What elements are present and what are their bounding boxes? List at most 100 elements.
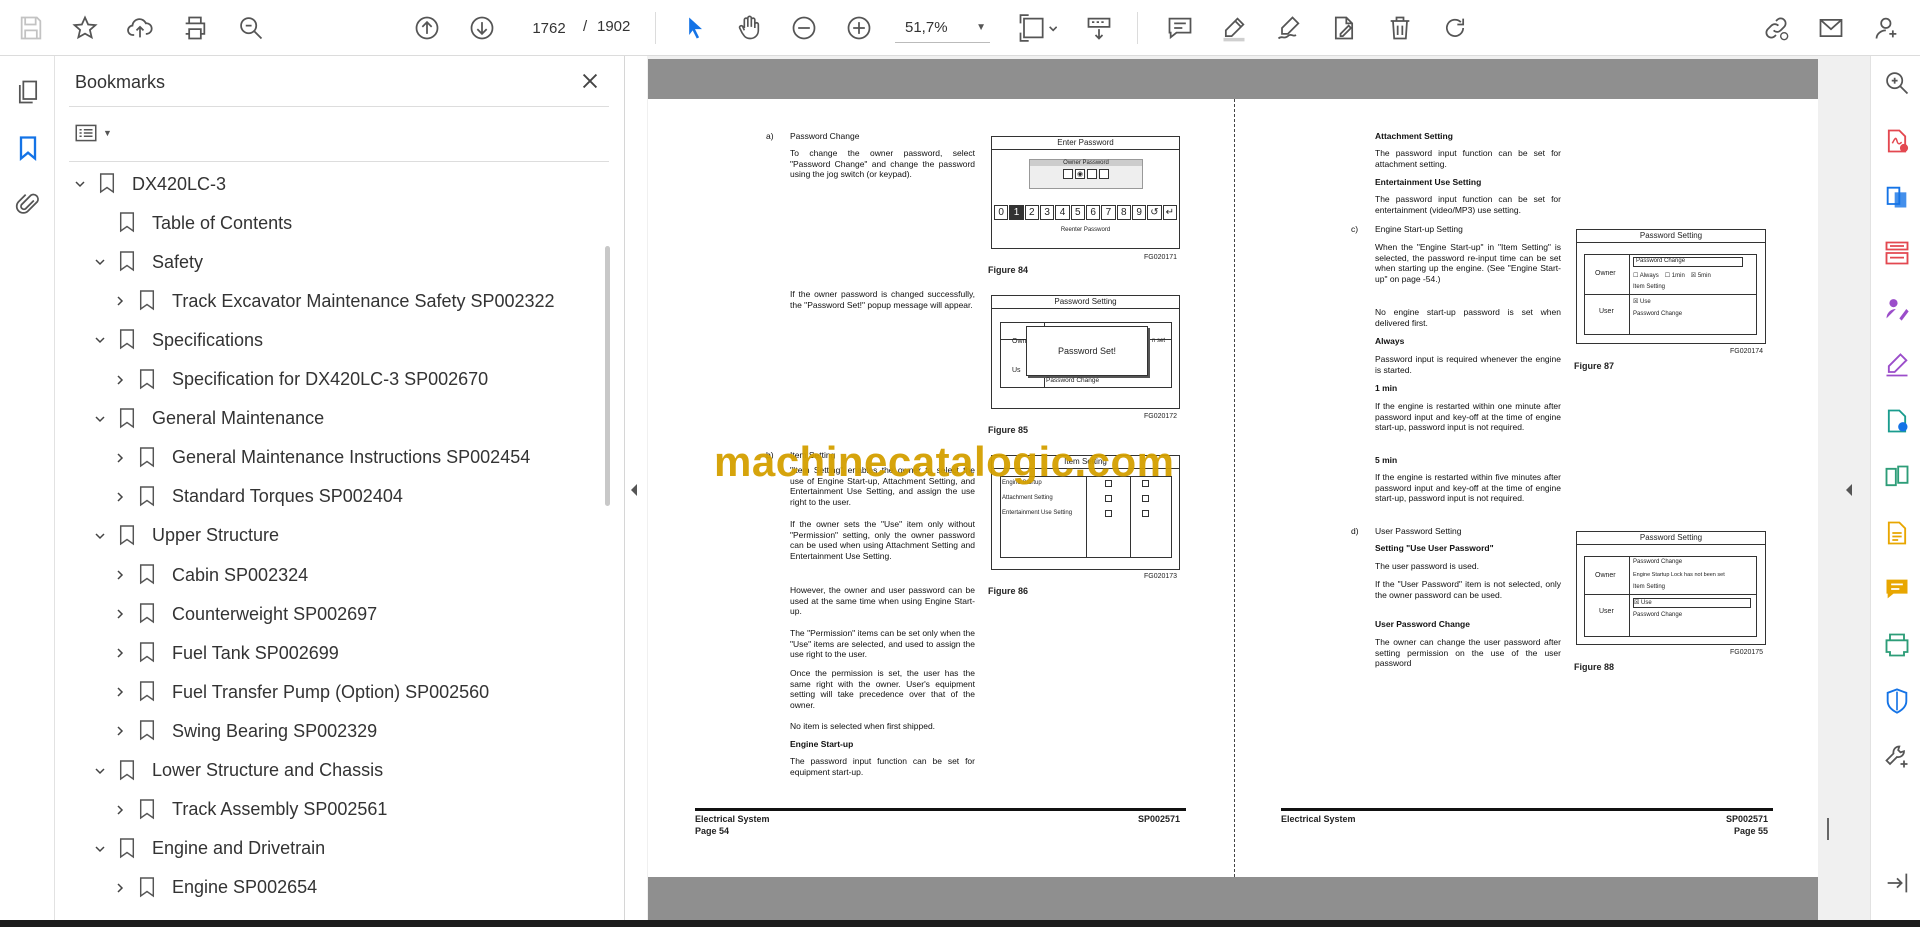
email-icon[interactable]: [1812, 9, 1850, 47]
section-b-text6: No item is selected when first shipped.: [790, 721, 936, 731]
collapse-tools-icon[interactable]: [1880, 866, 1914, 900]
fill-sign-icon[interactable]: [1880, 348, 1914, 382]
user-password-change-row: Password Change: [1633, 612, 1683, 618]
bookmark-item[interactable]: Standard Torques SP002404: [110, 479, 403, 515]
organize-pages-icon[interactable]: [1880, 236, 1914, 270]
fit-page-icon[interactable]: [1012, 9, 1064, 47]
bookmark-item[interactable]: DX420LC-3: [70, 166, 226, 202]
bookmark-icon: [138, 641, 158, 665]
chevron-right-icon[interactable]: [110, 682, 130, 702]
chevron-down-icon[interactable]: [90, 252, 110, 272]
star-icon[interactable]: [66, 9, 104, 47]
collapse-left-panel-icon[interactable]: [628, 480, 646, 500]
bookmark-item[interactable]: General Maintenance: [90, 401, 324, 437]
zoom-out-icon[interactable]: [785, 9, 823, 47]
chevron-down-icon[interactable]: [70, 174, 90, 194]
one-min-heading: 1 min: [1375, 383, 1398, 393]
bookmark-item[interactable]: Fuel Tank SP002699: [110, 635, 339, 671]
attachment-text: The password input function can be set f…: [1375, 148, 1561, 169]
bookmark-label: Engine and Drivetrain: [152, 838, 326, 859]
delete-icon[interactable]: [1381, 9, 1419, 47]
bookmark-item[interactable]: Specifications: [90, 322, 263, 358]
section-b-text2: If the owner sets the "Use" item only wi…: [790, 519, 975, 561]
chevron-right-icon[interactable]: [110, 448, 130, 468]
bookmark-item[interactable]: Track Excavator Maintenance Safety SP002…: [110, 283, 555, 319]
bookmark-item[interactable]: Engine SP002654: [110, 870, 317, 906]
chevron-right-icon[interactable]: [110, 370, 130, 390]
bookmarks-scrollbar[interactable]: [605, 246, 610, 506]
zoom-search-icon[interactable]: [1880, 66, 1914, 100]
bookmark-item[interactable]: Table of Contents: [90, 205, 292, 241]
close-icon[interactable]: [575, 66, 605, 96]
previous-page-icon[interactable]: [408, 9, 446, 47]
comment-icon[interactable]: [1161, 9, 1199, 47]
bookmark-options-button[interactable]: ▼: [73, 118, 123, 148]
chevron-down-icon[interactable]: [90, 761, 110, 781]
bookmarks-panel-icon[interactable]: [10, 130, 46, 166]
share-link-icon[interactable]: [1757, 9, 1795, 47]
chevron-right-icon[interactable]: [110, 604, 130, 624]
chevron-right-icon[interactable]: [110, 565, 130, 585]
create-pdf-icon[interactable]: [1880, 124, 1914, 158]
chevron-down-icon[interactable]: [90, 409, 110, 429]
protect-shield-icon[interactable]: [1880, 684, 1914, 718]
comment-tool-icon[interactable]: [1880, 572, 1914, 606]
export-pdf-icon[interactable]: [1880, 180, 1914, 214]
zoom-level-select[interactable]: 51,7% ▼: [895, 13, 990, 43]
bookmark-item[interactable]: Lower Structure and Chassis: [90, 753, 383, 789]
keypad-key: 0: [994, 205, 1009, 220]
page-thumbnails-icon[interactable]: [10, 74, 46, 110]
bookmark-item[interactable]: Cabin SP002324: [110, 557, 308, 593]
chevron-down-icon[interactable]: [90, 330, 110, 350]
bookmarks-panel: Bookmarks ▼ DX420LC-3 Table of Contents Sa…: [55, 56, 625, 920]
attachments-icon[interactable]: [10, 186, 46, 222]
chevron-right-icon[interactable]: [110, 878, 130, 898]
section-b-text3: However, the owner and user password can…: [790, 585, 975, 617]
chevron-right-icon[interactable]: [110, 291, 130, 311]
hand-tool-icon[interactable]: [730, 9, 768, 47]
compare-files-icon[interactable]: [1880, 460, 1914, 494]
chevron-down-icon[interactable]: [90, 839, 110, 859]
zoom-value: 51,7%: [905, 19, 948, 36]
save-icon[interactable]: [12, 9, 50, 47]
edit-text-icon[interactable]: [1325, 9, 1363, 47]
collapse-right-panel-icon[interactable]: [1843, 480, 1861, 500]
next-page-icon[interactable]: [463, 9, 501, 47]
scan-ocr-icon[interactable]: [1880, 516, 1914, 550]
bookmark-item[interactable]: Swing Bearing SP002329: [110, 713, 377, 749]
bookmark-item[interactable]: General Maintenance Instructions SP00245…: [110, 440, 530, 476]
draw-freehand-icon[interactable]: [1270, 9, 1308, 47]
scroll-mode-icon[interactable]: [1080, 9, 1118, 47]
print-icon[interactable]: [176, 9, 214, 47]
select-cursor-icon[interactable]: [676, 9, 714, 47]
bookmark-icon: [138, 798, 158, 822]
numeric-keypad: 0 1 2 3 4 5 6 7 8 9 ↺ ↵: [994, 205, 1177, 220]
footer-left-section: Electrical System: [695, 814, 770, 824]
print-production-icon[interactable]: [1880, 628, 1914, 662]
bookmark-item[interactable]: Specification for DX420LC-3 SP002670: [110, 362, 488, 398]
bookmark-item[interactable]: Upper Structure: [90, 518, 279, 554]
chevron-right-icon[interactable]: [110, 643, 130, 663]
bookmark-item[interactable]: Counterweight SP002697: [110, 596, 377, 632]
bookmark-item[interactable]: Engine and Drivetrain: [90, 831, 325, 867]
request-signature-icon[interactable]: [1880, 292, 1914, 326]
chevron-right-icon[interactable]: [110, 487, 130, 507]
bookmark-icon: [138, 485, 158, 509]
highlight-pen-icon[interactable]: [1215, 9, 1253, 47]
search-zoom-icon[interactable]: [232, 9, 270, 47]
account-icon[interactable]: [1868, 9, 1906, 47]
bookmark-item[interactable]: Fuel Transfer Pump (Option) SP002560: [110, 674, 489, 710]
footer-right-code: SP002571: [1726, 814, 1769, 824]
page-number-input[interactable]: [521, 13, 577, 43]
chevron-right-icon[interactable]: [110, 800, 130, 820]
redo-icon[interactable]: [1436, 9, 1474, 47]
bookmark-item[interactable]: Safety: [90, 244, 203, 280]
document-scrollbar[interactable]: [1827, 818, 1829, 840]
upload-cloud-icon[interactable]: [121, 9, 159, 47]
bookmark-item[interactable]: Track Assembly SP002561: [110, 792, 387, 828]
chevron-right-icon[interactable]: [110, 721, 130, 741]
zoom-in-icon[interactable]: [840, 9, 878, 47]
send-for-review-icon[interactable]: [1880, 404, 1914, 438]
more-tools-icon[interactable]: [1880, 740, 1914, 774]
chevron-down-icon[interactable]: [90, 526, 110, 546]
